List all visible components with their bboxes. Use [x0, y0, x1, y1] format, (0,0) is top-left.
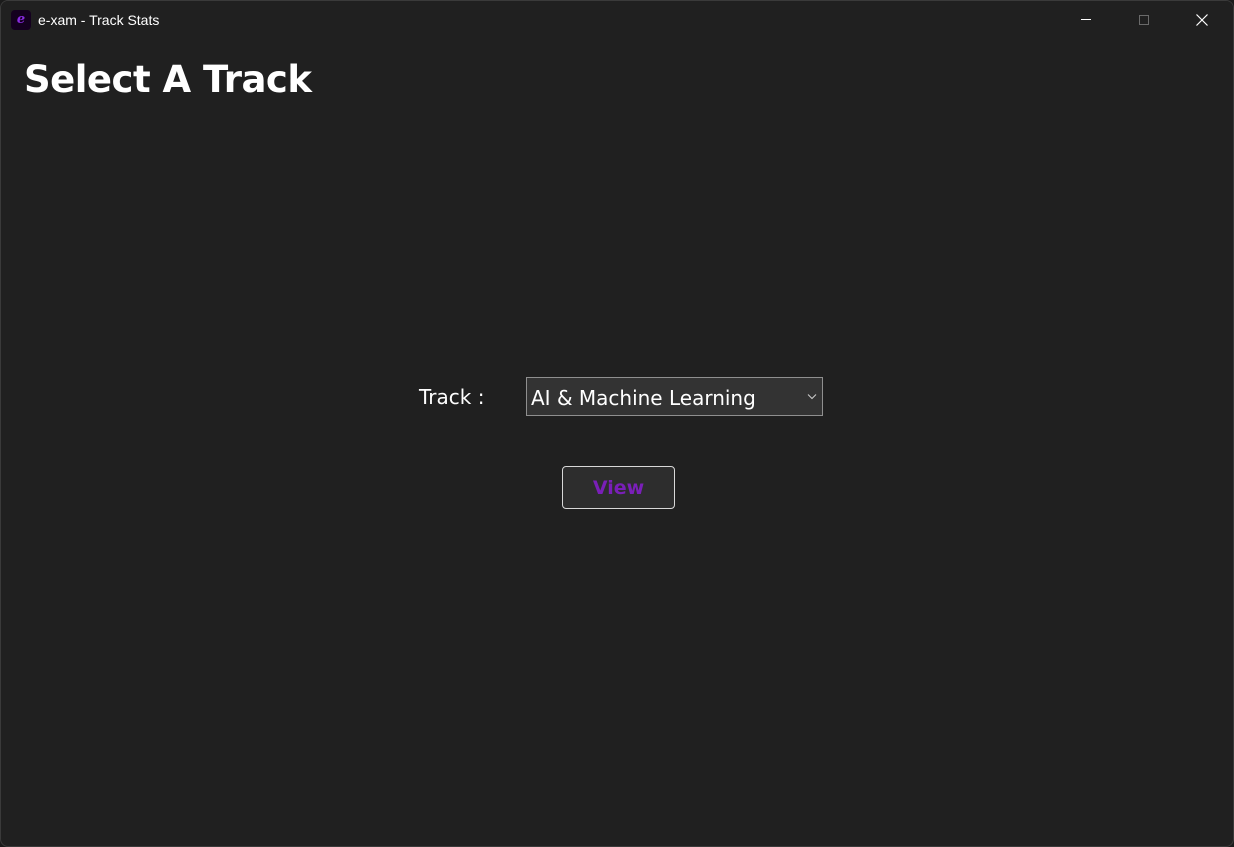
- track-dropdown-value: AI & Machine Learning: [531, 386, 756, 410]
- track-dropdown[interactable]: AI & Machine Learning: [526, 377, 823, 416]
- page-title: Select A Track: [24, 58, 312, 101]
- app-window: e e-xam - Track Stats Select A Track Tra…: [0, 0, 1234, 847]
- maximize-icon: [1139, 15, 1149, 25]
- chevron-down-icon: [807, 394, 817, 400]
- close-icon: [1196, 14, 1208, 26]
- minimize-icon: [1081, 19, 1091, 20]
- app-logo-glyph: e: [16, 12, 26, 27]
- minimize-button[interactable]: [1057, 1, 1115, 39]
- track-label: Track :: [419, 385, 485, 409]
- app-logo-icon: e: [11, 10, 31, 30]
- view-button-label: View: [592, 477, 645, 499]
- maximize-button[interactable]: [1115, 1, 1173, 39]
- title-bar[interactable]: e e-xam - Track Stats: [1, 1, 1233, 39]
- window-title: e-xam - Track Stats: [38, 12, 160, 28]
- view-button[interactable]: View: [562, 466, 675, 509]
- close-button[interactable]: [1173, 1, 1231, 39]
